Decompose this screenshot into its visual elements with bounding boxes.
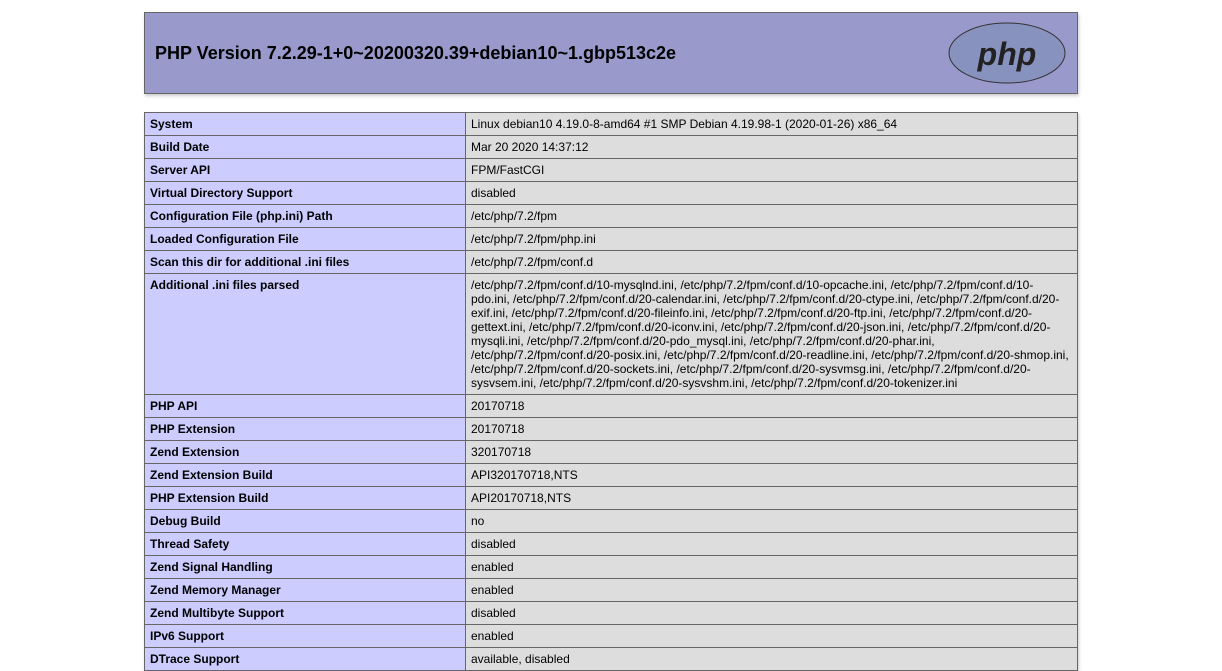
page-title: PHP Version 7.2.29-1+0~20200320.39+debia… bbox=[155, 43, 676, 64]
config-label: Zend Memory Manager bbox=[145, 579, 466, 602]
table-row: Thread Safetydisabled bbox=[145, 533, 1078, 556]
config-value: 20170718 bbox=[466, 395, 1078, 418]
php-logo-icon: php bbox=[947, 21, 1067, 85]
config-value: disabled bbox=[466, 182, 1078, 205]
config-label: PHP Extension Build bbox=[145, 487, 466, 510]
table-row: Zend Multibyte Supportdisabled bbox=[145, 602, 1078, 625]
table-row: Debug Buildno bbox=[145, 510, 1078, 533]
config-label: Zend Multibyte Support bbox=[145, 602, 466, 625]
config-value: disabled bbox=[466, 533, 1078, 556]
table-row: Zend Extension BuildAPI320170718,NTS bbox=[145, 464, 1078, 487]
config-label: Configuration File (php.ini) Path bbox=[145, 205, 466, 228]
table-row: PHP Extension20170718 bbox=[145, 418, 1078, 441]
config-label: PHP Extension bbox=[145, 418, 466, 441]
config-value: /etc/php/7.2/fpm/php.ini bbox=[466, 228, 1078, 251]
config-label: System bbox=[145, 113, 466, 136]
config-value: /etc/php/7.2/fpm bbox=[466, 205, 1078, 228]
info-table: SystemLinux debian10 4.19.0-8-amd64 #1 S… bbox=[144, 112, 1078, 671]
config-value: no bbox=[466, 510, 1078, 533]
table-row: Loaded Configuration File/etc/php/7.2/fp… bbox=[145, 228, 1078, 251]
config-value: /etc/php/7.2/fpm/conf.d bbox=[466, 251, 1078, 274]
config-label: Build Date bbox=[145, 136, 466, 159]
config-value: enabled bbox=[466, 579, 1078, 602]
table-row: Zend Extension320170718 bbox=[145, 441, 1078, 464]
config-label: Scan this dir for additional .ini files bbox=[145, 251, 466, 274]
config-label: Additional .ini files parsed bbox=[145, 274, 466, 395]
svg-text:php: php bbox=[977, 36, 1037, 72]
config-label: Server API bbox=[145, 159, 466, 182]
config-label: Zend Extension bbox=[145, 441, 466, 464]
table-row: Additional .ini files parsed/etc/php/7.2… bbox=[145, 274, 1078, 395]
config-value: API20170718,NTS bbox=[466, 487, 1078, 510]
table-row: PHP API20170718 bbox=[145, 395, 1078, 418]
table-row: Configuration File (php.ini) Path/etc/ph… bbox=[145, 205, 1078, 228]
header-table: PHP Version 7.2.29-1+0~20200320.39+debia… bbox=[144, 12, 1078, 94]
config-label: Thread Safety bbox=[145, 533, 466, 556]
config-label: Debug Build bbox=[145, 510, 466, 533]
config-value: enabled bbox=[466, 556, 1078, 579]
config-value: /etc/php/7.2/fpm/conf.d/10-mysqlnd.ini, … bbox=[466, 274, 1078, 395]
config-value: disabled bbox=[466, 602, 1078, 625]
config-value: FPM/FastCGI bbox=[466, 159, 1078, 182]
config-value: 20170718 bbox=[466, 418, 1078, 441]
table-row: Zend Signal Handlingenabled bbox=[145, 556, 1078, 579]
config-value: Linux debian10 4.19.0-8-amd64 #1 SMP Deb… bbox=[466, 113, 1078, 136]
config-label: Zend Extension Build bbox=[145, 464, 466, 487]
table-row: Virtual Directory Supportdisabled bbox=[145, 182, 1078, 205]
config-value: enabled bbox=[466, 625, 1078, 648]
table-row: Scan this dir for additional .ini files/… bbox=[145, 251, 1078, 274]
table-row: Server APIFPM/FastCGI bbox=[145, 159, 1078, 182]
config-value: available, disabled bbox=[466, 648, 1078, 671]
config-value: 320170718 bbox=[466, 441, 1078, 464]
config-value: API320170718,NTS bbox=[466, 464, 1078, 487]
config-label: DTrace Support bbox=[145, 648, 466, 671]
table-row: SystemLinux debian10 4.19.0-8-amd64 #1 S… bbox=[145, 113, 1078, 136]
config-label: IPv6 Support bbox=[145, 625, 466, 648]
table-row: Zend Memory Managerenabled bbox=[145, 579, 1078, 602]
table-row: PHP Extension BuildAPI20170718,NTS bbox=[145, 487, 1078, 510]
config-label: Zend Signal Handling bbox=[145, 556, 466, 579]
config-label: PHP API bbox=[145, 395, 466, 418]
table-row: DTrace Supportavailable, disabled bbox=[145, 648, 1078, 671]
config-value: Mar 20 2020 14:37:12 bbox=[466, 136, 1078, 159]
config-label: Loaded Configuration File bbox=[145, 228, 466, 251]
table-row: Build DateMar 20 2020 14:37:12 bbox=[145, 136, 1078, 159]
table-row: IPv6 Supportenabled bbox=[145, 625, 1078, 648]
config-label: Virtual Directory Support bbox=[145, 182, 466, 205]
